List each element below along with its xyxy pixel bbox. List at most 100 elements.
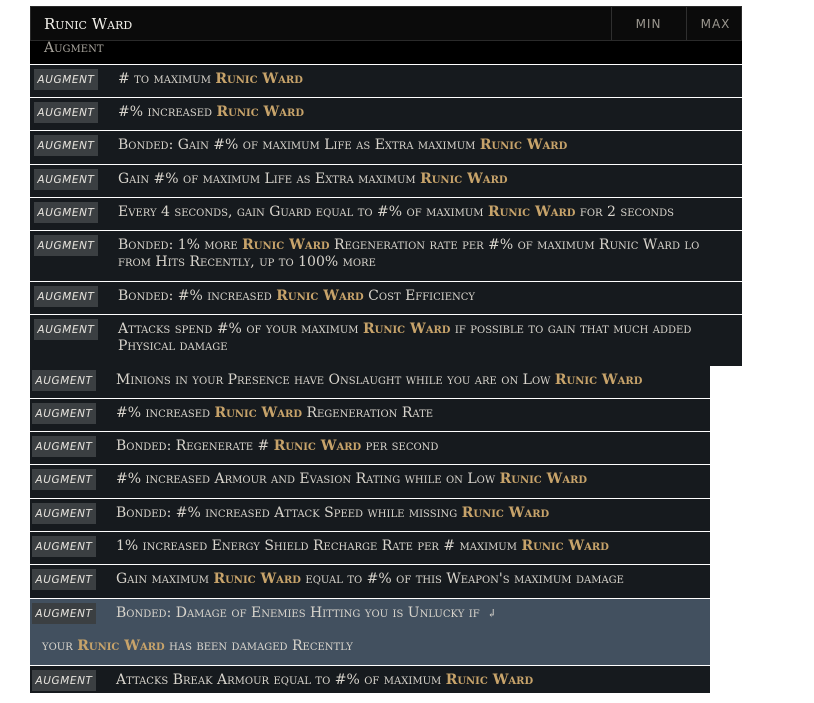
mod-text-segment: if possible to gain that much added [450,321,692,337]
keyword-highlight: Runic Ward [487,204,576,220]
mod-text: #% increased Runic Ward [118,104,304,121]
keyword-highlight: Runic Ward [479,137,568,153]
mod-text: # to maximum Runic Ward [118,71,303,88]
augment-tag: AUGMENT [32,436,96,457]
augment-tag: AUGMENT [32,469,96,490]
result-row[interactable]: AUGMENT Bonded: Regenerate # Runic Ward p… [30,432,710,464]
result-row[interactable]: AUGMENT Gain #% of maximum Life as Extra … [30,165,742,197]
augment-tag: AUGMENT [34,235,98,256]
mod-text-segment: for 2 seconds [575,204,675,220]
mod-text-segment: 1% increased Energy Shield Recharge Rate… [116,538,522,554]
result-row[interactable]: AUGMENT #% increased Runic Ward Regenerat… [30,399,710,431]
mod-text-segment: Bonded: Regenerate # [116,438,274,454]
keyword-highlight: Runic Ward [521,538,609,554]
search-input[interactable] [31,7,611,40]
keyword-highlight: Runic Ward [461,505,550,521]
mod-text-segment: per second [361,438,439,454]
keyword-highlight: Runic Ward [213,571,301,587]
augment-tag: AUGMENT [32,503,96,524]
mod-text-segment: #% increased [116,405,215,421]
mod-text-segment: Gain maximum [116,571,214,587]
mod-text: Bonded: #% increased Runic Ward Cost Eff… [118,288,475,305]
mod-text: Bonded: Damage of Enemies Hitting you is… [116,605,496,622]
mod-text-segment: Bonded: #% increased Attack Speed while … [116,505,462,521]
mod-text: 1% increased Energy Shield Recharge Rate… [116,538,609,555]
augment-tag: AUGMENT [32,536,96,557]
keyword-highlight: Runic Ward [420,171,508,187]
keyword-highlight: Runic Ward [554,372,643,388]
augment-tag: AUGMENT [32,670,96,691]
augment-tag: AUGMENT [34,202,98,223]
mod-text-segment: Attacks spend #% of your maximum [118,321,363,337]
mod-text-continuation: your Runic Ward has been damaged Recentl… [42,638,353,654]
mod-text: Minions in your Presence have Onslaught … [116,372,642,389]
mod-text-segment: Attacks Break Armour equal to #% of maxi… [116,672,446,688]
mod-text: Attacks spend #% of your maximum Runic W… [118,321,691,355]
mod-text-segment: Bonded: Gain #% of maximum Life as Extra… [118,137,480,153]
augment-tag: AUGMENT [34,319,98,340]
mod-text-line2: from Hits Recently, up to 100% more [118,254,376,270]
max-button[interactable]: MAX [686,7,744,40]
augment-tag: AUGMENT [32,370,96,391]
result-row[interactable]: AUGMENT Every 4 seconds, gain Guard equal… [30,198,742,230]
mod-text: Bonded: Gain #% of maximum Life as Extra… [118,137,567,154]
result-row[interactable]: AUGMENT 1% increased Energy Shield Rechar… [30,532,710,564]
mod-text-segment: Cost Efficiency [363,288,476,304]
mod-text: #% increased Runic Ward Regeneration Rat… [116,405,433,422]
result-row[interactable]: AUGMENT Minions in your Presence have Ons… [30,366,710,398]
keyword-highlight: Runic Ward [215,71,303,87]
result-row[interactable]: AUGMENT Attacks spend #% of your maximum … [30,315,742,366]
mod-text: #% increased Armour and Evasion Rating w… [116,471,587,488]
return-arrow-icon: ↲ [487,607,497,620]
min-button[interactable]: MIN [611,7,685,40]
search-bar: MIN MAX [30,6,742,41]
result-row[interactable]: AUGMENT Bonded: Damage of Enemies Hitting… [30,599,710,665]
keyword-highlight: Runic Ward [363,321,451,337]
augment-tag: AUGMENT [34,286,98,307]
augment-tag: AUGMENT [34,169,98,190]
mod-text-segment: has been damaged Recently [164,638,353,654]
mod-text-segment: # to maximum [118,71,216,87]
keyword-highlight: Runic Ward [499,471,588,487]
mod-text: Gain maximum Runic Ward equal to #% of t… [116,571,624,588]
mod-text-segment: Regeneration Rate [302,405,434,421]
group-header: Augment [30,41,742,64]
mod-text-segment: Bonded: 1% more [118,237,243,253]
keyword-highlight: Runic Ward [273,438,362,454]
keyword-highlight: Runic Ward [242,237,330,253]
mod-text-segment: Bonded: Damage of Enemies Hitting you is… [116,605,485,621]
mod-text-segment: Every 4 seconds, gain Guard equal to #% … [118,204,488,220]
augment-tag: AUGMENT [32,569,96,590]
mod-text: Gain #% of maximum Life as Extra maximum… [118,171,508,188]
mod-text-line2: Physical damage [118,338,228,354]
result-row[interactable]: AUGMENT Attacks Break Armour equal to #% … [30,666,710,693]
result-row[interactable]: AUGMENT Bonded: Gain #% of maximum Life a… [30,131,742,164]
keyword-highlight: Runic Ward [276,288,364,304]
mod-text: Bonded: Regenerate # Runic Ward per seco… [116,438,438,455]
mod-text-segment: Gain #% of maximum Life as Extra maximum [118,171,421,187]
mod-text-segment: your [42,638,78,654]
result-row[interactable]: AUGMENT Bonded: 1% more Runic Ward Regene… [30,231,742,281]
mod-text-segment: #% increased [118,104,217,120]
augment-tag: AUGMENT [34,135,98,156]
augment-tag: AUGMENT [34,69,98,90]
keyword-highlight: Runic Ward [77,638,165,654]
keyword-highlight: Runic Ward [445,672,534,688]
mod-text-segment: equal to #% of this Weapon's maximum dam… [300,571,624,587]
result-row[interactable]: AUGMENT Gain maximum Runic Ward equal to … [30,565,710,598]
mod-text: Every 4 seconds, gain Guard equal to #% … [118,204,674,221]
mod-text-segment: #% increased Armour and Evasion Rating w… [116,471,500,487]
result-row[interactable]: AUGMENT Bonded: #% increased Runic Ward C… [30,282,742,314]
mod-text: Attacks Break Armour equal to #% of maxi… [116,672,533,689]
mod-text: Bonded: 1% more Runic Ward Regeneration … [118,237,699,271]
result-row[interactable]: AUGMENT #% increased Armour and Evasion R… [30,465,710,498]
augment-tag: AUGMENT [32,403,96,424]
result-row[interactable]: AUGMENT #% increased Runic Ward [30,98,742,130]
result-row[interactable]: AUGMENT # to maximum Runic Ward [30,65,742,97]
mod-text-segment: Bonded: #% increased [118,288,277,304]
result-row[interactable]: AUGMENT Bonded: #% increased Attack Speed… [30,499,710,531]
mod-text-segment: Regeneration rate per #% of maximum Runi… [329,237,700,253]
mod-text: Bonded: #% increased Attack Speed while … [116,505,549,522]
keyword-highlight: Runic Ward [214,405,302,421]
augment-tag: AUGMENT [34,102,98,123]
